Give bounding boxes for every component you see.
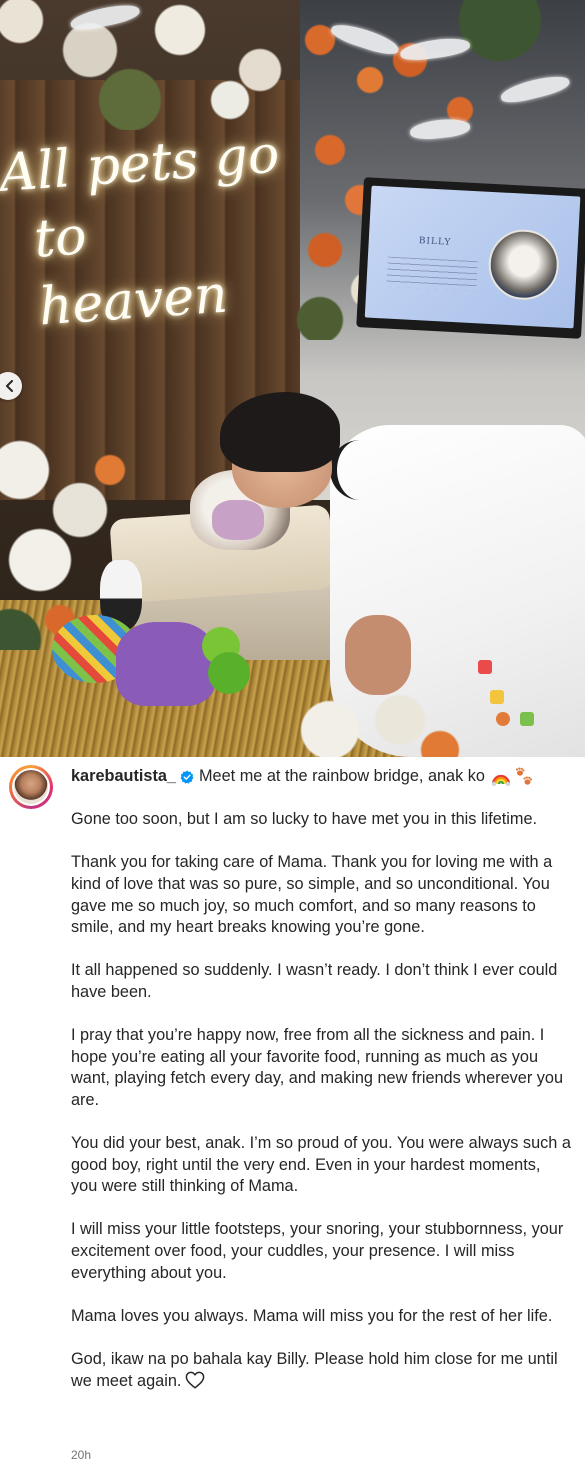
shirt-patch [520, 712, 534, 726]
purple-plush-toy [116, 622, 216, 706]
chevron-left-icon [6, 380, 13, 392]
tv-text-lines [386, 256, 478, 292]
avatar-photo [14, 770, 48, 804]
caption-paragraph: Mama loves you always. Mama will miss yo… [71, 1306, 553, 1325]
shirt-patch [496, 712, 510, 726]
post-photo: All pets go to heaven BILLY [0, 0, 585, 757]
neon-sign: All pets go to heaven [0, 120, 297, 344]
tv-screen: BILLY [364, 185, 581, 329]
username-link[interactable]: karebautista_ [71, 766, 176, 788]
caption-headline-text: Meet me at the rainbow bridge, anak ko [198, 767, 485, 785]
caption-paragraph-last: God, ikaw na po bahala kay Billy. Please… [71, 1349, 571, 1392]
avatar[interactable] [9, 765, 53, 809]
shirt-patch [490, 690, 504, 704]
caption: karebautista_ Meet me at the rainbow bri… [71, 766, 571, 1392]
caption-paragraph: I will miss your little footsteps, your … [71, 1220, 564, 1282]
post-caption-section: karebautista_ Meet me at the rainbow bri… [0, 757, 585, 1462]
caption-paragraph: It all happened so suddenly. I wasn’t re… [71, 961, 558, 1001]
caption-paragraph-text: God, ikaw na po bahala kay Billy. Please… [71, 1350, 558, 1390]
heart-outline-icon[interactable] [185, 1371, 205, 1389]
caption-paragraph: I pray that you’re happy now, free from … [71, 1026, 564, 1109]
tv-dog-portrait [486, 227, 561, 302]
verified-badge-icon [180, 770, 194, 784]
caption-paragraph: You did your best, anak. I’m so proud of… [71, 1134, 571, 1196]
caption-headline: karebautista_ Meet me at the rainbow bri… [71, 766, 571, 788]
flower-arrangement-bottom [290, 680, 490, 757]
person-hair [220, 392, 340, 472]
post-timestamp[interactable]: 20h [71, 1448, 91, 1462]
shirt-patch [478, 660, 492, 674]
dog-plush-toy [212, 500, 264, 540]
tv-pet-name: BILLY [418, 236, 452, 248]
neon-sign-line-2: to heaven [32, 206, 230, 338]
caption-paragraph: Gone too soon, but I am so lucky to have… [71, 810, 538, 829]
paw-prints-emoji [515, 767, 532, 785]
green-ball [208, 652, 250, 694]
caption-paragraph: Thank you for taking care of Mama. Thank… [71, 853, 553, 937]
rainbow-emoji [491, 774, 511, 786]
memorial-tv: BILLY [356, 177, 585, 339]
